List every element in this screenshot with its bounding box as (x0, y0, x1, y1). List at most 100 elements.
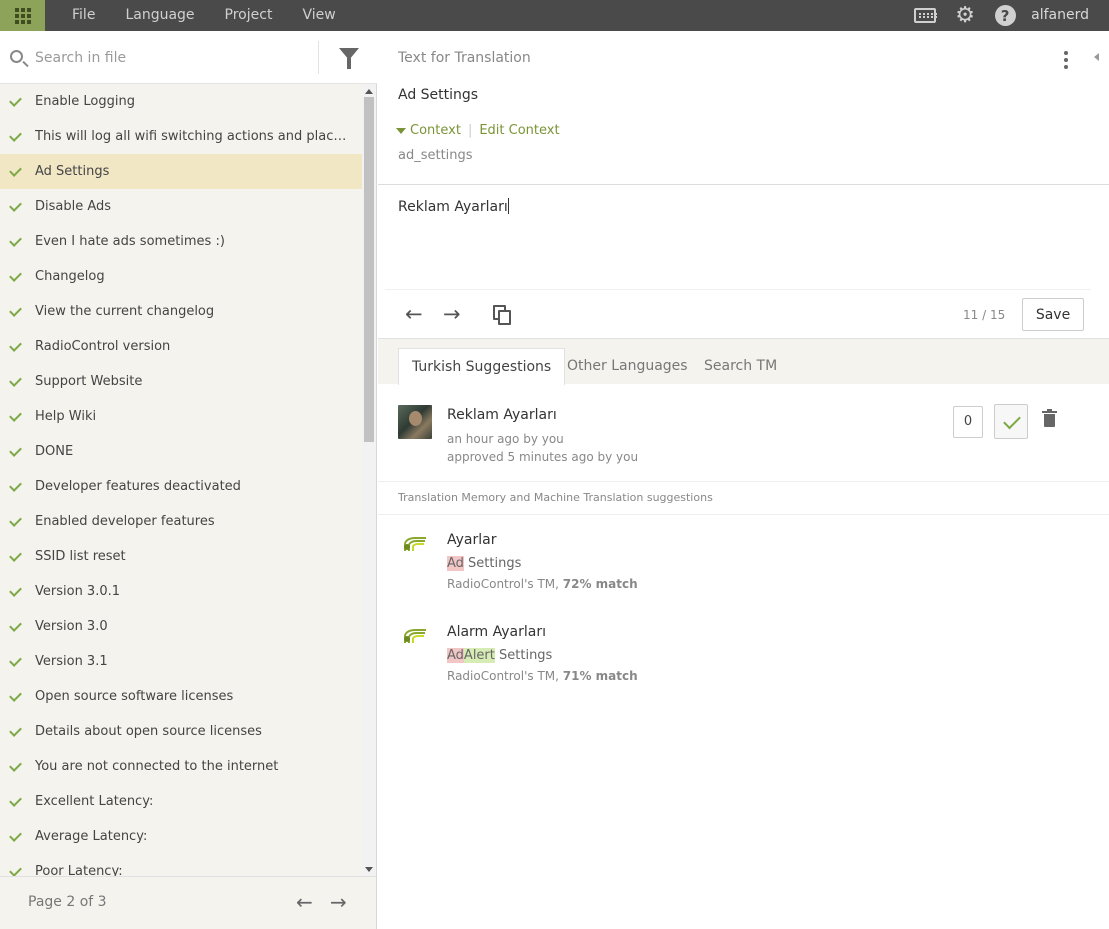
list-item[interactable]: Enabled developer features (0, 504, 362, 539)
list-item-label: Disable Ads (35, 199, 112, 214)
tm-item[interactable]: Alarm Ayarları AdAlert Settings RadioContr… (378, 607, 1109, 697)
diff-plain: Settings (463, 556, 522, 571)
scroll-down-arrow[interactable] (365, 867, 373, 872)
list-item[interactable]: SSID list reset (0, 539, 362, 574)
scrollbar[interactable] (362, 84, 376, 876)
list-item[interactable]: Even I hate ads sometimes :) (0, 224, 362, 259)
tm-meta: RadioControl's TM, 71% match (447, 669, 638, 683)
list-item-label: Developer features deactivated (35, 479, 241, 494)
list-item-label: Ad Settings (35, 164, 110, 179)
list-item[interactable]: View the current changelog (0, 294, 362, 329)
list-item[interactable]: Help Wiki (0, 399, 362, 434)
list-item[interactable]: Version 3.0.1 (0, 574, 362, 609)
list-item[interactable]: RadioControl version (0, 329, 362, 364)
next-page-button[interactable]: → (330, 892, 347, 912)
list-item[interactable]: Excellent Latency: (0, 784, 362, 819)
context-toggle[interactable]: Context (410, 123, 461, 138)
tab-turkish-suggestions[interactable]: Turkish Suggestions (398, 348, 566, 385)
list-item-label: SSID list reset (35, 549, 126, 564)
list-item-label: Enable Logging (35, 94, 135, 109)
caret-down-icon[interactable] (396, 127, 406, 134)
sidebar: Enable Logging This will log all wifi swi… (0, 31, 377, 929)
context-row: Context | Edit Context (396, 123, 560, 138)
editor-panel: Text for Translation Ad Settings Context… (378, 31, 1109, 929)
tab-search-tm[interactable]: Search TM (691, 348, 790, 385)
edit-context-link[interactable]: Edit Context (479, 123, 559, 138)
list-item[interactable]: Disable Ads (0, 189, 362, 224)
check-icon (9, 793, 22, 807)
scroll-up-arrow[interactable] (365, 89, 373, 94)
kebab-menu-icon[interactable] (1064, 51, 1068, 72)
collapse-panel-icon[interactable] (1094, 53, 1099, 61)
list-item[interactable]: Details about open source licenses (0, 714, 362, 749)
gear-icon: ⚙ (955, 2, 975, 28)
check-icon (9, 128, 22, 142)
list-item-label: RadioControl version (35, 339, 171, 354)
list-item[interactable]: You are not connected to the internet (0, 749, 362, 784)
pagination: Page 2 of 3 ← → (0, 876, 376, 929)
list-item-label: Version 3.1 (35, 654, 108, 669)
list-item-label: Help Wiki (35, 409, 97, 424)
list-item[interactable]: This will log all wifi switching actions… (0, 119, 362, 154)
approve-button[interactable] (994, 404, 1028, 439)
user-menu[interactable]: alfanerd (1025, 0, 1109, 31)
filter-icon[interactable] (339, 48, 359, 69)
prev-page-button[interactable]: ← (296, 892, 313, 912)
list-item[interactable]: Average Latency: (0, 819, 362, 854)
list-item[interactable]: Ad Settings (0, 154, 362, 189)
tab-other-languages[interactable]: Other Languages (554, 348, 701, 385)
list-item[interactable]: Open source software licenses (0, 679, 362, 714)
scroll-thumb[interactable] (364, 97, 374, 442)
top-bar: File Language Project View ⚙ ? alfanerd (0, 0, 1109, 31)
list-item-label: Version 3.0.1 (35, 584, 121, 599)
suggestion-item: Reklam Ayarları an hour ago by you appro… (378, 384, 1109, 481)
top-right-controls: ⚙ ? alfanerd (905, 0, 1109, 31)
tm-header: Translation Memory and Machine Translati… (378, 481, 1109, 515)
vote-count: 0 (953, 406, 983, 438)
check-icon (9, 548, 22, 562)
diff-del: Ad (447, 648, 464, 663)
apps-grid-icon[interactable] (0, 0, 45, 31)
list-item[interactable]: Version 3.0 (0, 609, 362, 644)
check-icon (9, 408, 22, 422)
menu-view[interactable]: View (287, 0, 350, 31)
keyboard-shortcuts-button[interactable] (905, 0, 945, 31)
list-item[interactable]: Version 3.1 (0, 644, 362, 679)
list-item-label: Poor Latency: (35, 864, 123, 876)
list-item[interactable]: Enable Logging (0, 84, 362, 119)
arrow-left-icon[interactable]: ← (405, 304, 423, 325)
settings-button[interactable]: ⚙ (945, 0, 985, 31)
menu-file[interactable]: File (57, 0, 110, 31)
list-item[interactable]: Changelog (0, 259, 362, 294)
menu-project[interactable]: Project (210, 0, 288, 31)
list-item[interactable]: DONE (0, 434, 362, 469)
list-item-label: Even I hate ads sometimes :) (35, 234, 225, 249)
trash-icon[interactable] (1042, 409, 1057, 428)
search-input[interactable] (35, 45, 305, 71)
save-button[interactable]: Save (1022, 298, 1084, 331)
list-item[interactable]: Developer features deactivated (0, 469, 362, 504)
copy-original-icon[interactable] (493, 305, 511, 325)
list-item-label: Average Latency: (35, 829, 148, 844)
tm-match-percent: 71% match (562, 669, 638, 683)
list-item[interactable]: Poor Latency: (0, 854, 362, 876)
tm-source-diff: Ad Settings (447, 556, 521, 571)
check-icon (9, 268, 22, 282)
list-item-label: Details about open source licenses (35, 724, 262, 739)
check-icon (9, 303, 22, 317)
menu-language[interactable]: Language (110, 0, 209, 31)
tm-target-text: Ayarlar (447, 532, 497, 548)
list-item-label: Enabled developer features (35, 514, 215, 529)
arrow-right-icon[interactable]: → (443, 304, 461, 325)
tm-item[interactable]: Ayarlar Ad Settings RadioControl's TM, 72%… (378, 515, 1109, 605)
tm-logo-icon (402, 533, 428, 551)
check-icon (9, 163, 22, 177)
list-item[interactable]: Support Website (0, 364, 362, 399)
check-icon (9, 513, 22, 527)
translation-input[interactable]: Reklam Ayarları (398, 198, 1078, 288)
help-button[interactable]: ? (985, 0, 1025, 31)
main-menu: File Language Project View (57, 0, 351, 31)
check-icon (9, 863, 22, 876)
tm-logo-icon (402, 625, 428, 643)
check-icon (9, 373, 22, 387)
